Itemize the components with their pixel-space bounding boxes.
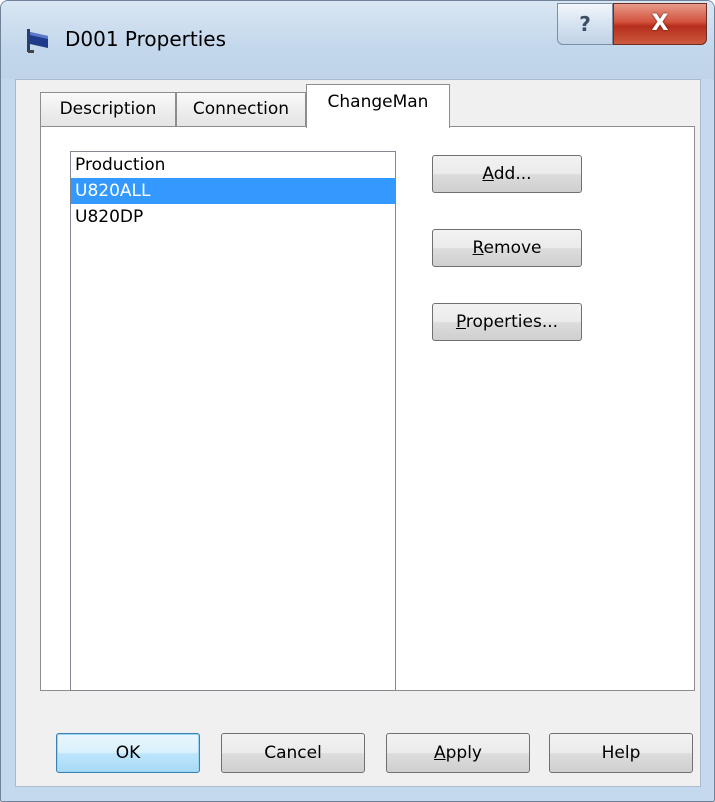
accel-letter: A [433,743,446,763]
ok-button[interactable]: OK [56,733,200,773]
button-label: Help [601,743,641,763]
cancel-button[interactable]: Cancel [221,733,365,773]
close-button[interactable]: X [613,3,707,45]
button-label: pply [445,743,482,763]
accel-letter: A [482,164,494,184]
tab-description[interactable]: Description [40,92,176,126]
database-icon [27,29,48,53]
environment-listbox[interactable]: Production U820ALL U820DP [70,151,396,691]
button-label: dd... [493,164,532,184]
tab-label: Connection [192,99,290,119]
close-icon: X [651,11,669,36]
dialog-body: Description Connection ChangeMan Product… [15,79,701,787]
window-title: D001 Properties [65,27,227,51]
list-item[interactable]: U820DP [71,204,395,230]
list-item[interactable]: Production [71,152,395,178]
question-icon: ? [579,12,591,36]
properties-button[interactable]: Properties... [432,303,582,341]
button-label: roperties... [465,312,559,332]
tab-label: Description [59,99,157,119]
changeman-panel: Production U820ALL U820DP Add... Remove … [40,126,695,691]
add-button[interactable]: Add... [432,155,582,193]
list-item-selected[interactable]: U820ALL [71,178,395,204]
help-title-button[interactable]: ? [557,3,613,45]
accel-letter: P [455,312,466,332]
tab-label: ChangeMan [327,92,429,112]
button-label: emove [483,238,542,258]
button-label: Cancel [264,743,322,763]
accel-letter: R [472,238,484,258]
apply-button[interactable]: Apply [386,733,530,773]
properties-dialog: D001 Properties ? X Description Connecti… [0,0,715,802]
title-bar[interactable]: D001 Properties ? X [1,1,714,79]
remove-button[interactable]: Remove [432,229,582,267]
button-label: OK [115,743,141,763]
tab-connection[interactable]: Connection [176,92,306,126]
tab-changeman[interactable]: ChangeMan [306,84,450,128]
help-button[interactable]: Help [549,733,693,773]
